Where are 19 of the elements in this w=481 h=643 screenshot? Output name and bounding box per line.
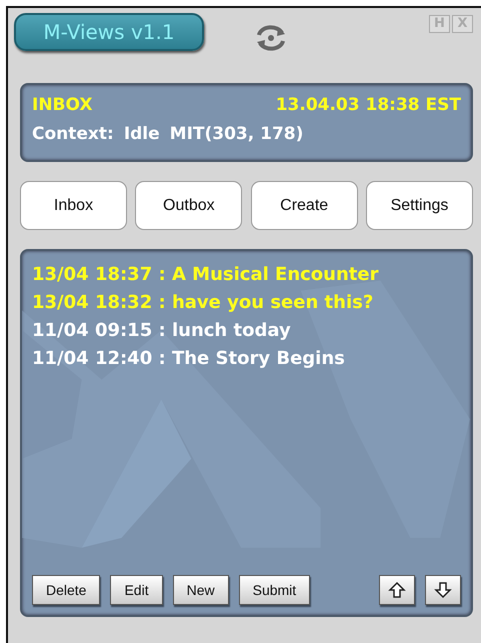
down-arrow-icon: [434, 581, 452, 599]
folder-label: INBOX: [32, 95, 92, 117]
context-label: Context:: [32, 124, 114, 146]
nav-button[interactable]: Outbox: [135, 181, 242, 230]
nav-button[interactable]: Create: [250, 181, 358, 230]
scroll-up-button[interactable]: [379, 575, 415, 605]
nav-button[interactable]: Settings: [366, 181, 473, 230]
nav-button[interactable]: Inbox: [20, 181, 127, 230]
refresh-icon[interactable]: [254, 23, 288, 53]
scroll-down-button[interactable]: [425, 575, 461, 605]
action-button[interactable]: Delete: [32, 575, 100, 605]
datetime-label: 13.04.03 18:38 EST: [274, 95, 461, 117]
app-title: M-Views v1.1: [14, 13, 204, 51]
action-button[interactable]: New: [172, 575, 229, 605]
up-arrow-icon: [388, 581, 406, 599]
location-value: MIT(303, 178): [170, 124, 304, 146]
action-button[interactable]: Submit: [238, 575, 310, 605]
context-value: Idle: [124, 124, 160, 146]
action-button[interactable]: Edit: [110, 575, 163, 605]
